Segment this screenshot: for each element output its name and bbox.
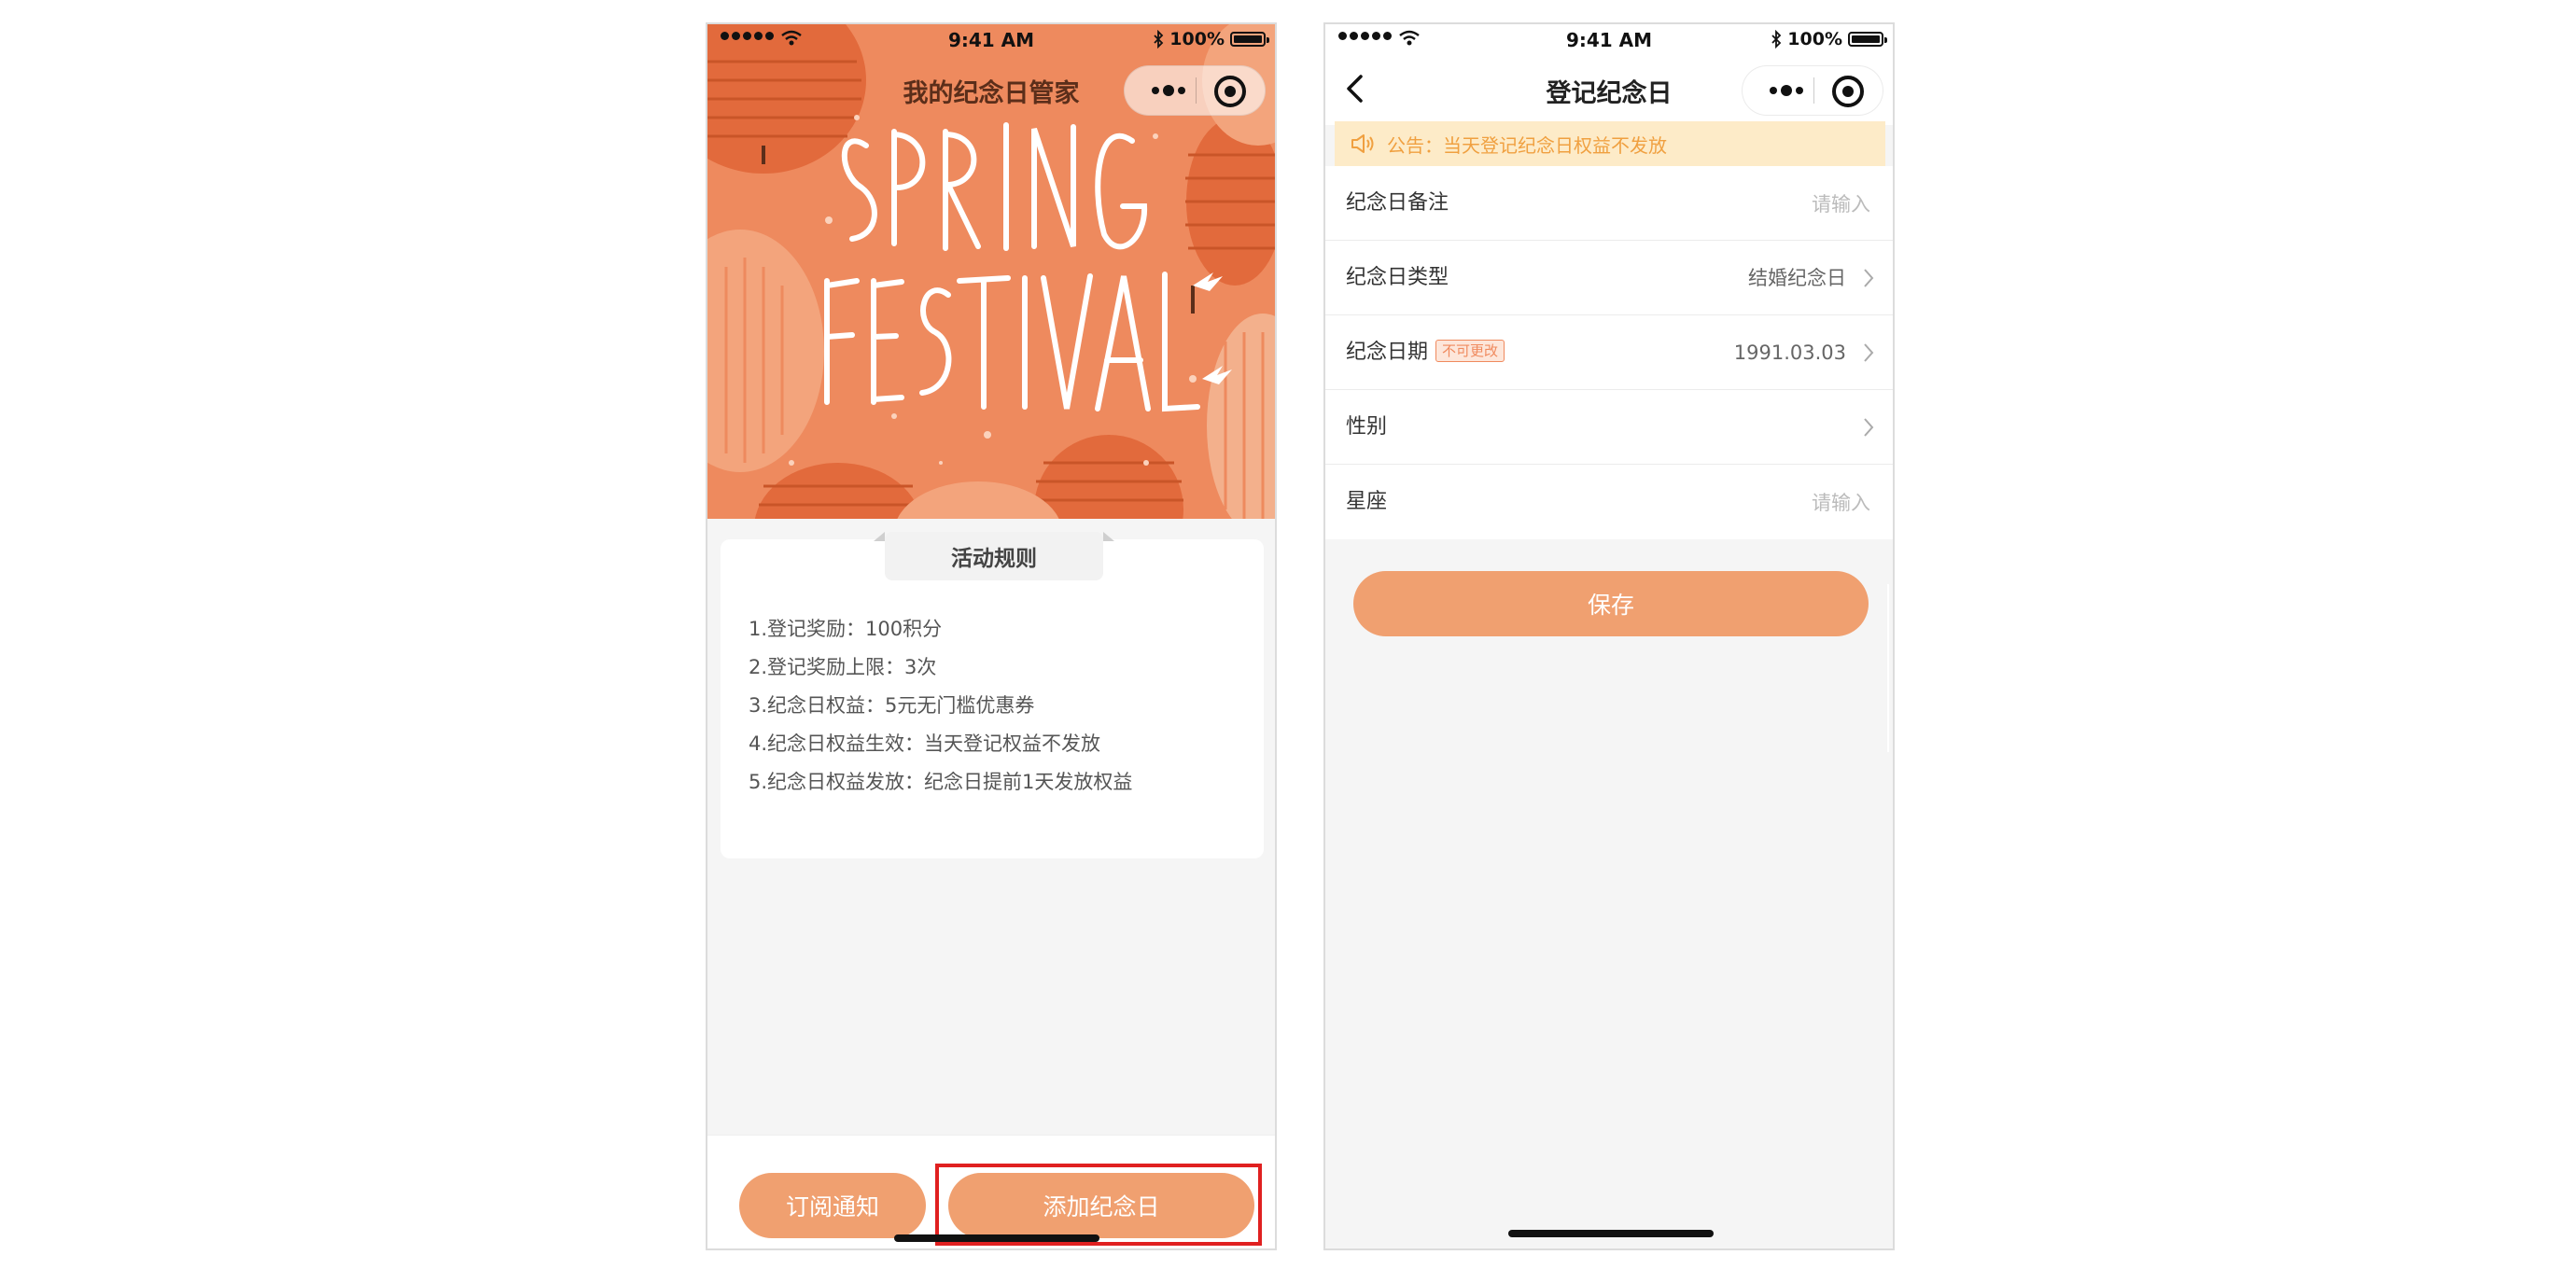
rules-item: 2.登记奖励上限：3次 <box>749 656 937 678</box>
bottom-action-bar: 订阅通知 添加纪念日 <box>707 1135 1275 1248</box>
save-button[interactable]: 保存 <box>1353 571 1869 636</box>
more-icon[interactable] <box>1141 66 1196 115</box>
capsule-divider <box>1813 77 1814 104</box>
capsule-divider <box>1196 77 1197 104</box>
anniversary-form: 纪念日备注 纪念日类型 结婚纪念日 纪念日期不可更改 1991.03.03 性别 <box>1325 166 1893 539</box>
subscribe-button[interactable]: 订阅通知 <box>739 1173 926 1238</box>
rules-title: 活动规则 <box>874 532 1114 580</box>
battery-percent: 100% <box>1169 29 1225 49</box>
battery-icon <box>1230 32 1269 47</box>
date-value: 1991.03.03 <box>1733 342 1846 364</box>
date-label: 纪念日期 不可更改 <box>1346 315 1505 390</box>
highlight-frame <box>935 1164 1262 1246</box>
speaker-icon <box>1351 134 1374 153</box>
miniprogram-capsule <box>1742 65 1883 116</box>
status-bar: 9:41 AM 100% <box>1325 24 1893 56</box>
bluetooth-icon <box>1154 30 1164 49</box>
zodiac-label: 星座 <box>1346 490 1388 513</box>
rules-list: 1.登记奖励：100积分 2.登记奖励上限：3次 3.纪念日权益：5元无门槛优惠… <box>749 610 1132 802</box>
form-row-note[interactable]: 纪念日备注 <box>1325 166 1893 241</box>
battery-percent: 100% <box>1787 29 1842 49</box>
notice-bar: 公告：当天登记纪念日权益不发放 <box>1335 121 1885 166</box>
phone-anniversary-home: 我的纪念日管家 9:41 AM 100% 活动规则 1.登记奖励：100积分 2… <box>706 22 1277 1250</box>
scrollbar <box>1887 584 1889 752</box>
rules-item: 3.纪念日权益：5元无门槛优惠券 <box>749 694 1035 717</box>
locked-badge: 不可更改 <box>1435 340 1505 362</box>
rules-item: 1.登记奖励：100积分 <box>749 618 943 640</box>
date-label-text: 纪念日期 <box>1346 341 1429 364</box>
type-value: 结婚纪念日 <box>1748 267 1846 289</box>
note-label: 纪念日备注 <box>1346 191 1449 215</box>
rules-card: 活动规则 1.登记奖励：100积分 2.登记奖励上限：3次 3.纪念日权益：5元… <box>721 532 1264 858</box>
rules-item: 4.纪念日权益生效：当天登记权益不发放 <box>749 732 1101 755</box>
gender-label: 性别 <box>1346 415 1388 439</box>
close-miniprogram-icon[interactable] <box>1214 76 1246 107</box>
bluetooth-icon <box>1771 30 1782 49</box>
miniprogram-capsule <box>1124 65 1266 116</box>
note-input[interactable] <box>1663 187 1872 222</box>
phone-register-anniversary: 9:41 AM 100% 登记纪念日 公告：当天登记纪念日权益不发放 纪念日备注 <box>1323 22 1895 1250</box>
status-bar: 9:41 AM 100% <box>707 24 1275 56</box>
home-indicator <box>894 1234 1099 1242</box>
chevron-right-icon <box>1864 418 1874 437</box>
notice-text: 公告：当天登记纪念日权益不发放 <box>1387 133 1667 157</box>
close-miniprogram-icon[interactable] <box>1832 76 1864 107</box>
battery-icon <box>1848 32 1887 47</box>
form-row-type[interactable]: 纪念日类型 结婚纪念日 <box>1325 241 1893 315</box>
form-row-date[interactable]: 纪念日期 不可更改 1991.03.03 <box>1325 315 1893 390</box>
more-icon[interactable] <box>1759 66 1813 115</box>
form-row-gender[interactable]: 性别 <box>1325 390 1893 465</box>
type-label: 纪念日类型 <box>1346 266 1449 289</box>
form-row-zodiac[interactable]: 星座 <box>1325 465 1893 539</box>
chevron-right-icon <box>1864 343 1874 362</box>
zodiac-input[interactable] <box>1663 485 1872 521</box>
chevron-right-icon <box>1864 269 1874 287</box>
home-indicator <box>1508 1230 1714 1237</box>
rules-item: 5.纪念日权益发放：纪念日提前1天发放权益 <box>749 771 1133 793</box>
